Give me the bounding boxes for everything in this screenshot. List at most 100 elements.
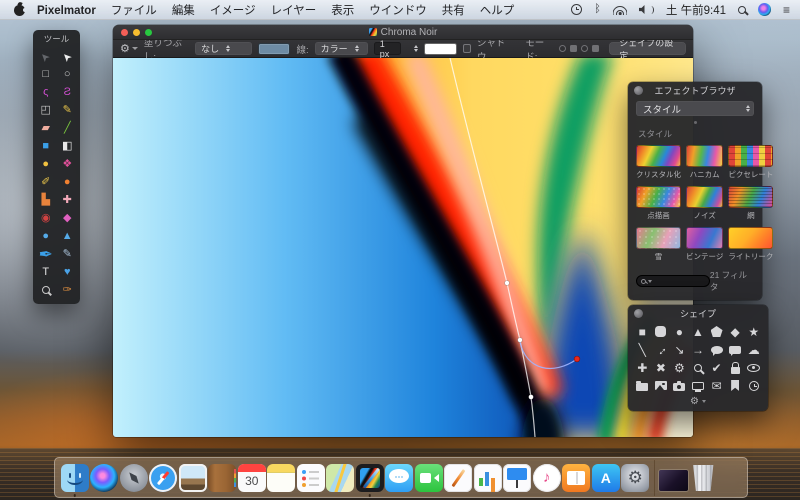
tool-move[interactable]: ➤: [35, 47, 57, 65]
filter-crystallize[interactable]: クリスタル化: [636, 145, 681, 180]
canvas-artwork[interactable]: [113, 58, 693, 437]
mode-rotate-icon[interactable]: [581, 45, 589, 52]
zoom-window-button[interactable]: [145, 28, 152, 36]
tool-gradient[interactable]: ◧: [57, 137, 79, 155]
dock-pages[interactable]: [444, 458, 474, 497]
tool-dodge[interactable]: ●: [35, 155, 57, 173]
stroke-width-field[interactable]: 1 px: [373, 39, 402, 59]
tool-transform[interactable]: ◰: [35, 101, 57, 119]
shape-eye[interactable]: [744, 359, 763, 376]
dock-itunes[interactable]: [532, 458, 562, 497]
menu-item[interactable]: 表示: [331, 5, 354, 17]
shape-line[interactable]: ╲: [633, 341, 652, 358]
shape-arrow-right[interactable]: →: [689, 341, 708, 358]
filter-vintage[interactable]: ビンテージ: [686, 227, 724, 262]
shape-display[interactable]: [689, 377, 708, 394]
effects-panel-header[interactable]: エフェクトブラウザ: [628, 82, 762, 98]
menu-bar-clock[interactable]: 土 午前9:41: [666, 2, 726, 18]
filter-honeycomb[interactable]: ハニカム: [686, 145, 724, 180]
tool-vector-pen[interactable]: ✒: [35, 245, 57, 263]
dock-photos[interactable]: [178, 458, 208, 497]
filter-snow[interactable]: 雪: [636, 227, 681, 262]
close-icon[interactable]: [634, 85, 643, 95]
spotlight-icon[interactable]: [737, 5, 746, 14]
dock-notes[interactable]: [267, 458, 297, 497]
tool-slice[interactable]: ╱: [57, 119, 79, 137]
tool-stamp[interactable]: ▙: [35, 191, 57, 209]
shape-triangle[interactable]: ▲: [689, 323, 708, 340]
shape-speech-bubble-round[interactable]: [707, 341, 726, 358]
minimize-window-button[interactable]: [133, 28, 140, 36]
shape-picture[interactable]: [652, 377, 671, 394]
shape-circle[interactable]: ●: [670, 323, 689, 340]
menu-item[interactable]: イメージ: [210, 5, 256, 17]
tool-rect-select[interactable]: □: [35, 65, 57, 83]
filter-noise[interactable]: ノイズ: [686, 186, 724, 221]
shapes-panel-header[interactable]: シェイプ: [628, 305, 768, 321]
dock-pixelmator[interactable]: [355, 458, 385, 497]
menu-item[interactable]: 共有: [442, 5, 465, 17]
effects-category-popup[interactable]: スタイル: [636, 101, 754, 116]
mode-normal-icon[interactable]: [559, 45, 567, 52]
dock-appstore[interactable]: [591, 458, 621, 497]
dock-contacts[interactable]: [208, 458, 238, 497]
shape-pentagon[interactable]: [707, 323, 726, 340]
dock-messages[interactable]: [385, 458, 415, 497]
tool-pixel-brush[interactable]: ❖: [57, 155, 79, 173]
dock-keynote[interactable]: [503, 458, 533, 497]
apple-menu-icon[interactable]: [14, 3, 27, 16]
tool-zoom[interactable]: [35, 281, 57, 299]
notification-center-icon[interactable]: ≡: [783, 4, 790, 16]
close-icon[interactable]: [634, 308, 643, 318]
canvas-area[interactable]: [113, 58, 693, 437]
mode-layers-icon[interactable]: [570, 45, 578, 52]
tool-red-eye[interactable]: ◉: [35, 209, 57, 227]
shape-arrow-diagonal[interactable]: ↘: [670, 341, 689, 358]
dock-reminders[interactable]: [296, 458, 326, 497]
tool-paint-brush[interactable]: ✎: [57, 245, 79, 263]
menu-item[interactable]: ファイル: [111, 5, 157, 17]
dock-finder[interactable]: [60, 458, 90, 497]
window-titlebar[interactable]: Chroma Noir: [113, 25, 693, 40]
dock-system-preferences[interactable]: [621, 458, 651, 497]
tool-shape[interactable]: ♥: [57, 263, 79, 281]
volume-icon[interactable]: [639, 5, 654, 14]
stroke-color-swatch[interactable]: [424, 42, 457, 55]
shape-settings-button[interactable]: シェイプの設定: [609, 38, 687, 61]
filter-pointillize[interactable]: 点描画: [636, 186, 681, 221]
tool-blur[interactable]: ●: [57, 173, 79, 191]
shape-cloud[interactable]: ☁: [744, 341, 763, 358]
shadow-checkbox[interactable]: [462, 44, 471, 53]
filter-pixelate[interactable]: ピクセレート: [728, 145, 774, 180]
shape-magnifier[interactable]: [689, 359, 708, 376]
tool-smudge[interactable]: ✐: [35, 173, 57, 191]
tool-heal[interactable]: ✚: [57, 191, 79, 209]
tool-magic-wand[interactable]: ◆: [57, 209, 79, 227]
menu-item[interactable]: Pixelmator: [37, 5, 96, 17]
filter-search-input[interactable]: [636, 275, 710, 287]
filter-light-leak[interactable]: ライトリーク: [728, 227, 774, 262]
shape-plus[interactable]: ✚: [633, 359, 652, 376]
tool-eraser[interactable]: ▰: [35, 119, 57, 137]
tool-pencil[interactable]: ✎: [57, 101, 79, 119]
dock-safari[interactable]: [149, 458, 179, 497]
tool-ellipse-select[interactable]: ○: [57, 65, 79, 83]
menu-item[interactable]: 編集: [172, 5, 195, 17]
shape-diamond[interactable]: ◆: [726, 323, 745, 340]
time-machine-icon[interactable]: [571, 4, 583, 15]
fill-color-swatch[interactable]: [257, 42, 291, 55]
dock-ibooks[interactable]: [562, 458, 592, 497]
stroke-width-stepper[interactable]: [414, 44, 419, 53]
wifi-icon[interactable]: [613, 5, 627, 15]
shape-lock[interactable]: [726, 359, 745, 376]
tool-lasso[interactable]: ς: [35, 83, 57, 101]
dock-siri[interactable]: [90, 458, 120, 497]
shape-speech-bubble-square[interactable]: [726, 341, 745, 358]
dock-numbers[interactable]: [473, 458, 503, 497]
shape-bookmark[interactable]: [726, 377, 745, 394]
menu-item[interactable]: ウインドウ: [369, 5, 427, 17]
toolbar-gear-menu[interactable]: ⚙: [120, 42, 138, 55]
gear-icon[interactable]: ⚙: [690, 396, 699, 407]
bluetooth-icon[interactable]: ᛒ: [594, 4, 601, 15]
shape-checkmark[interactable]: ✔: [707, 359, 726, 376]
